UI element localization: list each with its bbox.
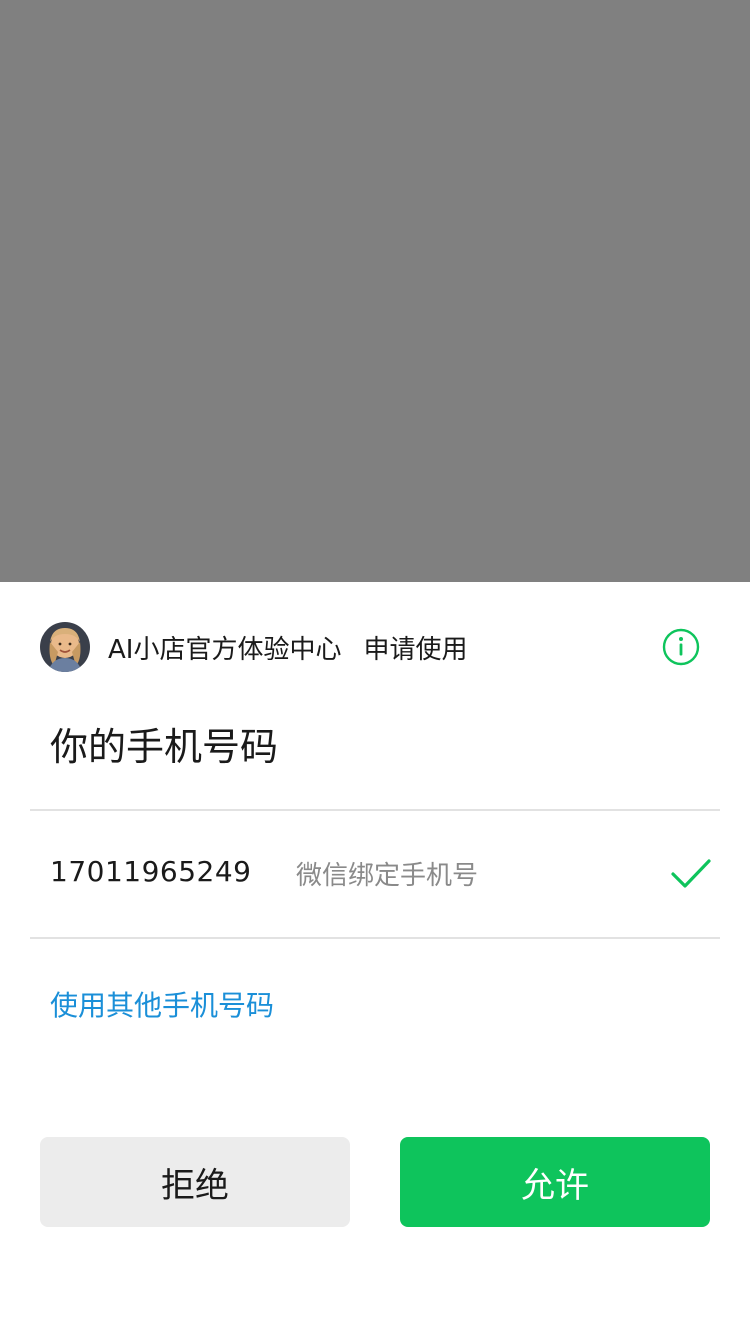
info-icon[interactable]: [662, 628, 700, 666]
check-icon: [670, 857, 712, 891]
request-action-text: 申请使用: [363, 634, 468, 665]
modal-backdrop[interactable]: [0, 0, 750, 582]
phone-option-row[interactable]: 17011965249 微信绑定手机号: [30, 811, 720, 937]
deny-button[interactable]: 拒绝: [40, 1137, 350, 1227]
use-other-phone-link[interactable]: 使用其他手机号码: [50, 984, 274, 1024]
divider: [30, 937, 720, 939]
page-title: 你的手机号码: [50, 725, 279, 769]
phone-auth-sheet: AI小店官方体验中心 申请使用 你的手机号码 17011965249 微信绑定手…: [0, 582, 750, 1334]
avatar: [40, 622, 90, 672]
phone-number: 17011965249: [50, 855, 252, 888]
phone-description: 微信绑定手机号: [296, 861, 479, 891]
app-name: AI小店官方体验中心: [108, 634, 342, 665]
allow-button[interactable]: 允许: [400, 1137, 710, 1227]
sheet-header: AI小店官方体验中心 申请使用: [40, 622, 710, 672]
